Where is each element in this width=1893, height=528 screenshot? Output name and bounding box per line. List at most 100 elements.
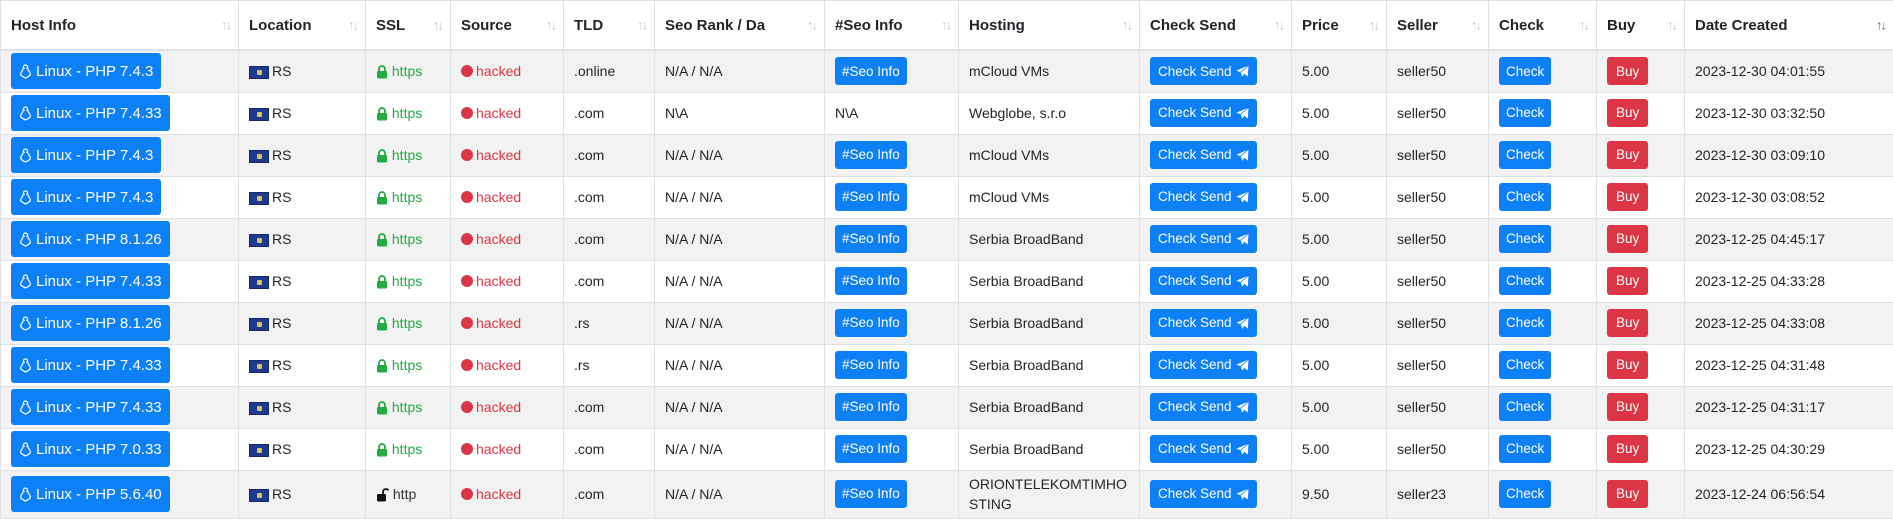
check-button[interactable]: Check	[1499, 267, 1552, 295]
ssl-cell: https	[365, 259, 451, 303]
host-info-cell: Linux - PHP 7.4.33	[0, 259, 239, 303]
host-info-button[interactable]: Linux - PHP 7.4.33	[11, 389, 170, 425]
sort-arrows-icon[interactable]: ↑↓	[637, 18, 648, 33]
check-send-button[interactable]: Check Send	[1150, 183, 1257, 211]
host-info-button[interactable]: Linux - PHP 8.1.26	[11, 305, 170, 341]
host-info-label: Linux - PHP 7.4.3	[36, 62, 154, 80]
sort-arrows-icon[interactable]: ↑↓	[546, 18, 557, 33]
check-button[interactable]: Check	[1499, 351, 1552, 379]
seo-info-button[interactable]: #Seo Info	[835, 480, 907, 508]
buy-button[interactable]: Buy	[1607, 351, 1649, 379]
price-value: 5.00	[1302, 147, 1330, 163]
buy-button[interactable]: Buy	[1607, 141, 1649, 169]
seo-info-button[interactable]: #Seo Info	[835, 141, 907, 169]
sort-arrows-icon[interactable]: ↑↓	[941, 18, 952, 33]
check-send-label: Check Send	[1158, 63, 1232, 79]
buy-button[interactable]: Buy	[1607, 99, 1649, 127]
column-header-host-info[interactable]: Host Info ↑↓	[0, 0, 239, 51]
source-cell: hacked	[450, 133, 564, 177]
check-button[interactable]: Check	[1499, 225, 1552, 253]
check-send-button[interactable]: Check Send	[1150, 99, 1257, 127]
lock-icon	[376, 231, 388, 247]
check-button[interactable]: Check	[1499, 393, 1552, 421]
host-info-button[interactable]: Linux - PHP 8.1.26	[11, 221, 170, 257]
column-header-date-created[interactable]: Date Created ↑↓	[1684, 0, 1893, 51]
seo-info-button[interactable]: #Seo Info	[835, 351, 907, 379]
sort-arrows-icon[interactable]: ↑↓	[1471, 18, 1482, 33]
host-info-button[interactable]: Linux - PHP 5.6.40	[11, 476, 170, 512]
buy-button[interactable]: Buy	[1607, 57, 1649, 86]
column-header-source[interactable]: Source ↑↓	[450, 0, 564, 51]
buy-button[interactable]: Buy	[1607, 309, 1649, 337]
seo-info-button[interactable]: #Seo Info	[835, 393, 907, 421]
sort-arrows-icon[interactable]: ↑↓	[1876, 18, 1887, 33]
sort-arrows-icon[interactable]: ↑↓	[1122, 18, 1133, 33]
buy-cell: Buy	[1596, 217, 1685, 261]
seller-cell: seller50	[1386, 427, 1489, 471]
sort-arrows-icon[interactable]: ↑↓	[807, 18, 818, 33]
seo-info-button[interactable]: #Seo Info	[835, 183, 907, 211]
column-header-seo-info[interactable]: #Seo Info ↑↓	[824, 0, 959, 51]
check-send-button[interactable]: Check Send	[1150, 435, 1257, 463]
sort-arrows-icon[interactable]: ↑↓	[433, 18, 444, 33]
host-info-button[interactable]: Linux - PHP 7.4.33	[11, 95, 170, 131]
host-info-label: Linux - PHP 5.6.40	[36, 485, 162, 503]
column-header-ssl[interactable]: SSL ↑↓	[365, 0, 451, 51]
sort-arrows-icon[interactable]: ↑↓	[1369, 18, 1380, 33]
check-button[interactable]: Check	[1499, 183, 1552, 211]
buy-button[interactable]: Buy	[1607, 480, 1649, 508]
check-button[interactable]: Check	[1499, 309, 1552, 337]
column-header-buy[interactable]: Buy ↑↓	[1596, 0, 1685, 51]
check-send-button[interactable]: Check Send	[1150, 141, 1257, 169]
buy-button[interactable]: Buy	[1607, 267, 1649, 295]
check-button[interactable]: Check	[1499, 99, 1552, 127]
seo-info-button[interactable]: #Seo Info	[835, 225, 907, 253]
location-code: RS	[272, 357, 292, 373]
check-send-button[interactable]: Check Send	[1150, 57, 1257, 86]
host-info-button[interactable]: Linux - PHP 7.4.3	[11, 137, 162, 173]
column-header-check[interactable]: Check ↑↓	[1488, 0, 1597, 51]
check-cell: Check	[1488, 385, 1597, 429]
sort-arrows-icon[interactable]: ↑↓	[221, 18, 232, 33]
seo-info-cell: #Seo Info	[824, 49, 959, 93]
check-button[interactable]: Check	[1499, 141, 1552, 169]
sort-arrows-icon[interactable]: ↑↓	[1579, 18, 1590, 33]
check-button[interactable]: Check	[1499, 57, 1552, 86]
host-info-button[interactable]: Linux - PHP 7.4.3	[11, 179, 162, 215]
paper-plane-icon	[1236, 274, 1249, 288]
column-header-tld[interactable]: TLD ↑↓	[563, 0, 655, 51]
buy-button[interactable]: Buy	[1607, 393, 1649, 421]
column-header-seo-rank-da[interactable]: Seo Rank / Da ↑↓	[654, 0, 825, 51]
column-header-check-send[interactable]: Check Send ↑↓	[1139, 0, 1292, 51]
column-header-seller[interactable]: Seller ↑↓	[1386, 0, 1489, 51]
host-info-button[interactable]: Linux - PHP 7.4.33	[11, 263, 170, 299]
seo-info-button[interactable]: #Seo Info	[835, 435, 907, 463]
column-header-location[interactable]: Location ↑↓	[238, 0, 366, 51]
check-send-button[interactable]: Check Send	[1150, 267, 1257, 295]
check-send-button[interactable]: Check Send	[1150, 225, 1257, 253]
seo-rank-value: N/A / N/A	[665, 399, 723, 415]
seo-info-button[interactable]: #Seo Info	[835, 309, 907, 337]
source-label: hacked	[476, 315, 522, 331]
buy-button[interactable]: Buy	[1607, 183, 1649, 211]
sort-arrows-icon[interactable]: ↑↓	[348, 18, 359, 33]
check-send-button[interactable]: Check Send	[1150, 393, 1257, 421]
seo-info-button[interactable]: #Seo Info	[835, 267, 907, 295]
sort-arrows-icon[interactable]: ↑↓	[1667, 18, 1678, 33]
sort-arrows-icon[interactable]: ↑↓	[1274, 18, 1285, 33]
host-info-button[interactable]: Linux - PHP 7.0.33	[11, 431, 170, 467]
host-info-button[interactable]: Linux - PHP 7.4.3	[11, 53, 162, 90]
check-send-button[interactable]: Check Send	[1150, 480, 1257, 508]
check-button[interactable]: Check	[1499, 435, 1552, 463]
seo-info-button[interactable]: #Seo Info	[835, 57, 907, 86]
check-cell: Check	[1488, 133, 1597, 177]
source-label: hacked	[476, 63, 522, 80]
check-send-button[interactable]: Check Send	[1150, 309, 1257, 337]
host-info-button[interactable]: Linux - PHP 7.4.33	[11, 347, 170, 383]
column-header-hosting[interactable]: Hosting ↑↓	[958, 0, 1140, 51]
check-send-button[interactable]: Check Send	[1150, 351, 1257, 379]
column-header-price[interactable]: Price ↑↓	[1291, 0, 1387, 51]
check-button[interactable]: Check	[1499, 480, 1552, 508]
buy-button[interactable]: Buy	[1607, 225, 1649, 253]
buy-button[interactable]: Buy	[1607, 435, 1649, 463]
